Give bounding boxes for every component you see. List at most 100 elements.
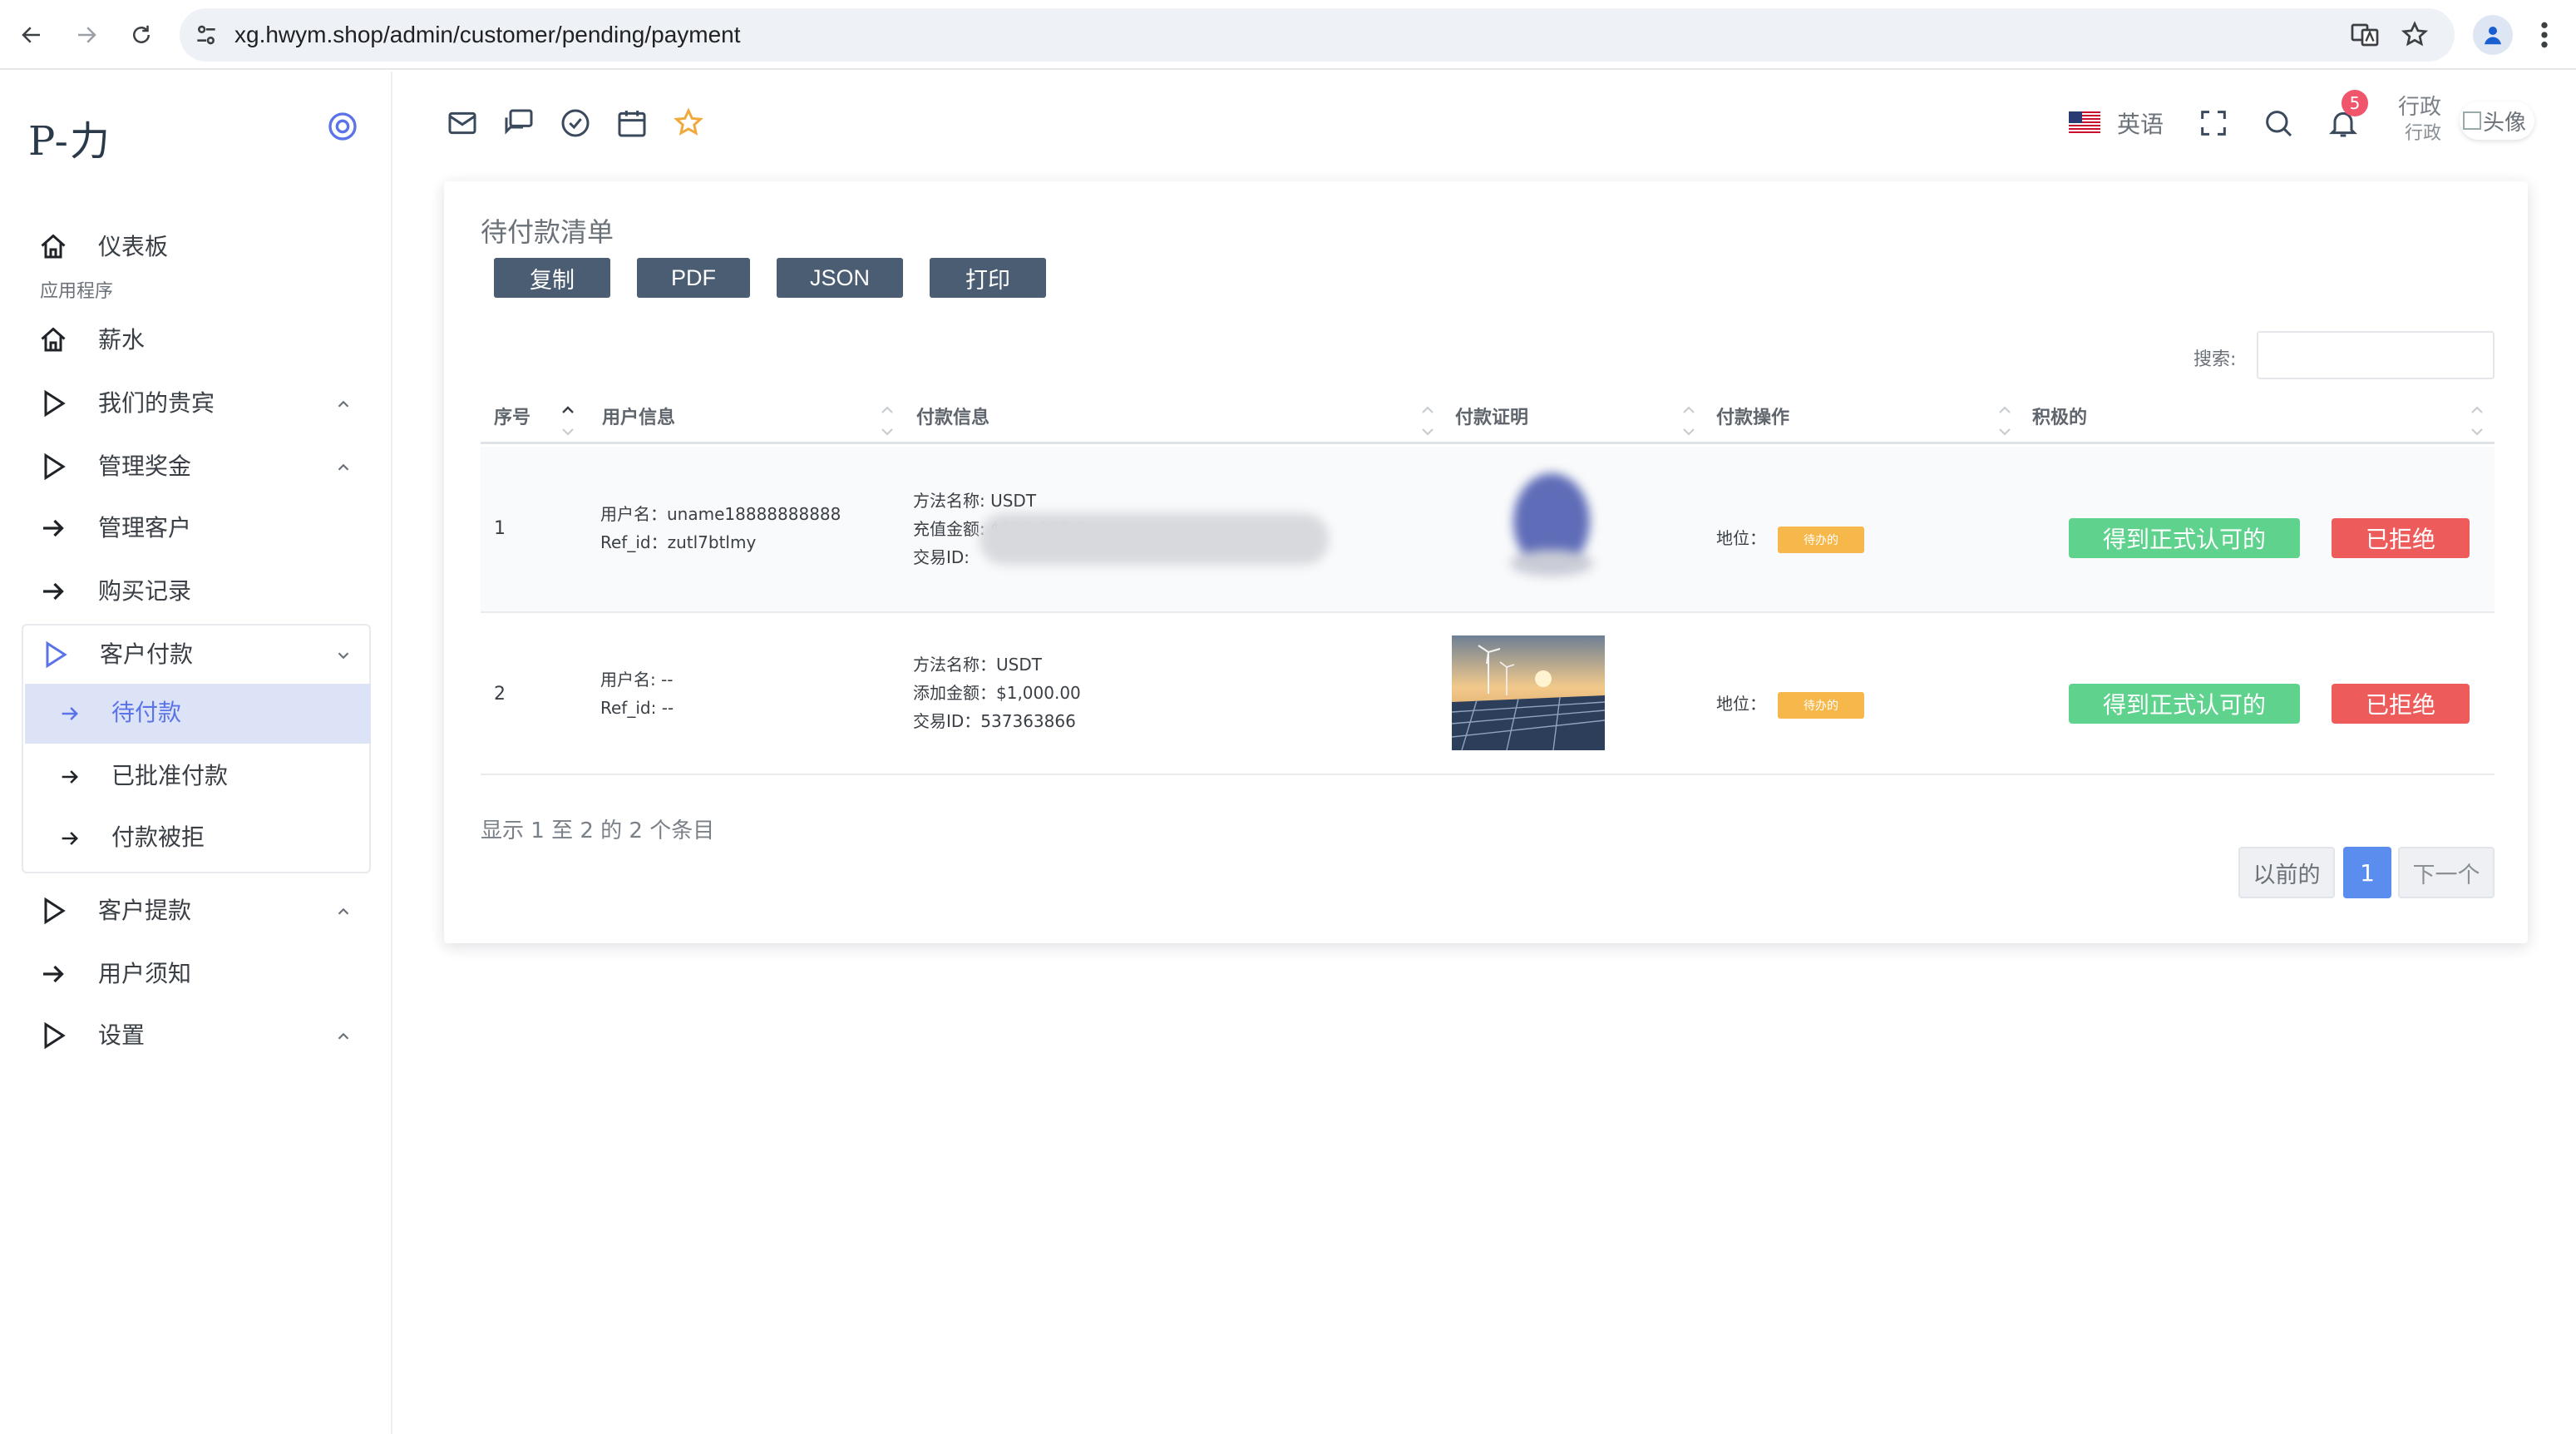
sidebar-item-label: 薪水 [98, 326, 146, 354]
sidebar-item-dashboard[interactable]: 仪表板 [22, 216, 371, 278]
chevron-up-icon [338, 463, 349, 471]
more-vert-icon[interactable] [2536, 18, 2553, 52]
ref-id: Ref_id: -- [600, 698, 674, 718]
column-header-payment-info[interactable]: 付款信息 [916, 403, 989, 429]
print-button[interactable]: 打印 [930, 258, 1046, 298]
home-icon [41, 234, 66, 259]
arrow-right-icon [43, 582, 64, 601]
play-outline-icon [46, 640, 67, 669]
column-header-active[interactable]: 积极的 [2032, 403, 2087, 429]
chat-icon[interactable] [502, 106, 535, 140]
address-bar[interactable]: xg.hwym.shop/admin/customer/pending/paym… [180, 8, 2455, 62]
profile-button[interactable] [2473, 15, 2513, 55]
url-text[interactable]: xg.hwym.shop/admin/customer/pending/paym… [234, 22, 741, 48]
arrow-right-icon [43, 965, 64, 983]
bookmark-star-icon[interactable] [2400, 20, 2430, 50]
sort-icon[interactable] [1681, 399, 1696, 443]
sidebar-subitem-approved-payments[interactable]: 已批准付款 [25, 747, 371, 807]
us-flag-icon[interactable] [2069, 111, 2100, 133]
star-icon[interactable] [672, 106, 705, 140]
transaction-id: 交易ID: [913, 547, 970, 567]
pdf-button[interactable]: PDF [637, 258, 750, 298]
sidebar: P-力 仪表板 应用程序 薪水 我们的贵宾 管理奖金 管理客户 购买记录 客户付… [0, 72, 392, 1434]
chevron-up-icon [338, 907, 349, 915]
sidebar-subitem-rejected-payments[interactable]: 付款被拒 [25, 808, 371, 868]
broken-image-icon [2463, 111, 2481, 130]
status-label: 地位： [1716, 528, 1766, 548]
home-icon [41, 327, 66, 352]
sidebar-item-label: 用户须知 [98, 960, 192, 987]
sidebar-item-customer-payments[interactable]: 客户付款 [23, 624, 369, 685]
row-index: 1 [494, 518, 506, 539]
user-name[interactable]: 行政 [2398, 90, 2441, 121]
status-label: 地位： [1716, 694, 1766, 714]
sidebar-item-customers[interactable]: 管理客户 [22, 497, 371, 559]
reject-button[interactable]: 已拒绝 [2332, 684, 2470, 724]
sort-icon[interactable] [560, 399, 575, 443]
site-settings-icon[interactable] [193, 22, 220, 48]
payment-method: 方法名称：USDT [913, 655, 1042, 675]
username: 用户名: -- [600, 670, 674, 690]
sidebar-item-user-notice[interactable]: 用户须知 [22, 943, 371, 1005]
page-title: 待付款清单 [481, 216, 614, 248]
sidebar-item-label: 已批准付款 [111, 762, 229, 789]
sidebar-group-customer-payments: 客户付款 待付款 已批准付款 付款被拒 [22, 624, 371, 873]
payment-proof-image[interactable] [1493, 463, 1610, 588]
fullscreen-icon[interactable] [2197, 106, 2230, 140]
json-button[interactable]: JSON [777, 258, 903, 298]
check-circle-icon[interactable] [559, 106, 592, 140]
pagination-page-1[interactable]: 1 [2343, 847, 2391, 898]
sidebar-item-vip[interactable]: 我们的贵宾 [22, 373, 371, 434]
language-selector[interactable]: 英语 [2117, 106, 2164, 140]
avatar[interactable]: 头像 [2460, 101, 2534, 140]
approve-button[interactable]: 得到正式认可的 [2069, 684, 2300, 724]
sidebar-item-label: 我们的贵宾 [98, 389, 215, 417]
mail-icon[interactable] [446, 106, 479, 140]
sidebar-item-withdrawals[interactable]: 客户提款 [22, 880, 371, 942]
table-row: 1 用户名：uname18888888888 Ref_id：zutl7btlmy… [481, 447, 2495, 613]
forward-button[interactable] [68, 17, 105, 53]
sort-icon[interactable] [1420, 399, 1435, 443]
search-icon[interactable] [2262, 106, 2295, 140]
payment-amount: 添加金额：$1,000.00 [913, 683, 1081, 703]
column-header-payment-proof[interactable]: 付款证明 [1455, 403, 1528, 429]
payment-method: 方法名称: USDT [913, 491, 1037, 511]
sidebar-item-label: 设置 [98, 1021, 146, 1049]
column-header-user-info[interactable]: 用户信息 [602, 403, 675, 429]
back-button[interactable] [13, 17, 50, 53]
payment-proof-image[interactable] [1452, 635, 1605, 750]
pending-payments-card: 待付款清单 复制 PDF JSON 打印 搜索: 序号 用户信息 付款信息 付款… [444, 181, 2528, 943]
sidebar-item-purchases[interactable]: 购买记录 [22, 561, 371, 622]
sidebar-subitem-pending-payments[interactable]: 待付款 [25, 684, 371, 744]
sidebar-item-salary[interactable]: 薪水 [22, 309, 371, 371]
sort-icon[interactable] [2470, 399, 2485, 443]
sidebar-item-label: 仪表板 [98, 233, 169, 260]
arrow-right-icon [62, 770, 78, 784]
arrow-right-icon [78, 27, 96, 43]
search-input[interactable] [2257, 331, 2495, 379]
reject-button[interactable]: 已拒绝 [2332, 518, 2470, 558]
pagination-previous[interactable]: 以前的 [2238, 847, 2335, 898]
sidebar-item-bonus[interactable]: 管理奖金 [22, 436, 371, 497]
sort-icon[interactable] [880, 399, 895, 443]
play-outline-icon [44, 1021, 66, 1050]
translate-icon[interactable] [2350, 20, 2380, 50]
sort-icon[interactable] [1997, 399, 2012, 443]
copy-button[interactable]: 复制 [494, 258, 610, 298]
chevron-up-icon [338, 400, 349, 408]
sidebar-item-label: 客户付款 [100, 640, 194, 668]
sidebar-item-label: 管理奖金 [98, 452, 192, 480]
reload-button[interactable] [123, 17, 160, 53]
play-outline-icon [44, 452, 66, 481]
column-header-index[interactable]: 序号 [494, 403, 530, 429]
approve-button[interactable]: 得到正式认可的 [2069, 518, 2300, 558]
column-header-payment-action[interactable]: 付款操作 [1716, 403, 1789, 429]
sidebar-toggle-icon[interactable] [326, 110, 359, 143]
sidebar-item-label: 管理客户 [98, 514, 192, 541]
arrow-right-icon [62, 707, 78, 720]
calendar-icon[interactable] [615, 106, 649, 140]
pagination-next[interactable]: 下一个 [2398, 847, 2495, 898]
reload-icon [133, 25, 150, 43]
sidebar-item-settings[interactable]: 设置 [22, 1005, 371, 1066]
brand-logo[interactable]: P-力 [28, 108, 111, 166]
